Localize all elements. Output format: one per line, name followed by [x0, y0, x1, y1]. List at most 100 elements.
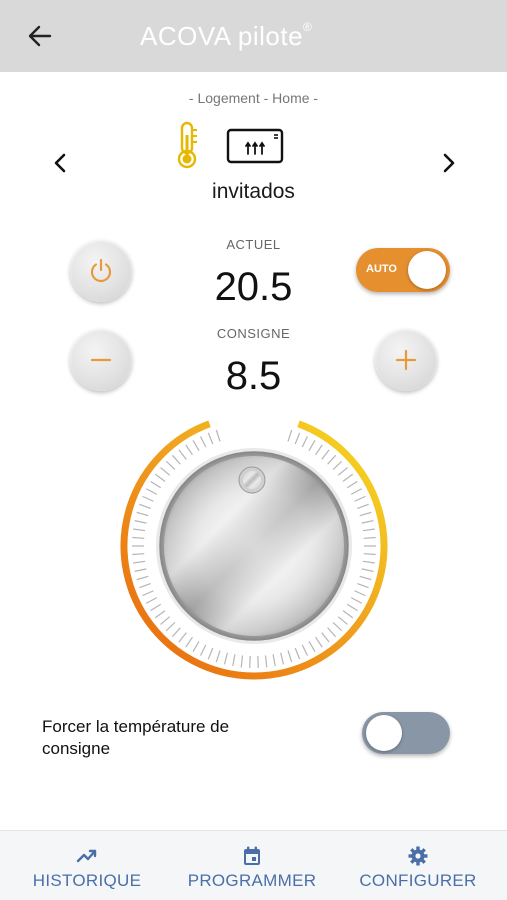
dial-tick: [362, 560, 375, 564]
dial-tick: [139, 583, 151, 589]
dial-tick: [321, 449, 330, 460]
dial-tick: [287, 429, 293, 442]
dial-tick: [199, 436, 207, 448]
dial-tick: [192, 440, 200, 452]
toggle-knob: [366, 715, 402, 751]
nav-programmer-label: PROGRAMMER: [187, 871, 317, 890]
registered-mark: ®: [303, 20, 313, 34]
thermometer-icon: [177, 121, 197, 169]
back-button[interactable]: [22, 20, 58, 52]
dial-tick: [133, 560, 146, 564]
plus-icon: [395, 349, 417, 371]
dial-tick: [132, 536, 145, 539]
dial-tick: [321, 632, 330, 643]
next-device-button[interactable]: [437, 148, 461, 178]
dial-tick: [359, 575, 372, 581]
dial-indicator: [238, 466, 266, 494]
radiator-icon: [226, 128, 284, 164]
dial-tick: [136, 575, 149, 581]
dial-tick: [361, 568, 374, 572]
dial-tick: [207, 647, 214, 660]
decrease-setpoint-button[interactable]: [70, 329, 132, 391]
dial-tick: [363, 553, 376, 556]
app-header: ACOVA pilote®: [0, 0, 507, 72]
dial-tick: [139, 503, 151, 509]
dial-tick: [185, 444, 193, 456]
chevron-right-icon: [443, 153, 455, 173]
calendar-icon: [244, 846, 260, 865]
dial-tick: [327, 454, 337, 465]
dial-tick: [363, 536, 376, 539]
dial-tick: [154, 610, 166, 619]
trending-up-icon: [76, 849, 97, 863]
dial-tick: [178, 632, 187, 643]
dial-tick: [145, 488, 158, 495]
device-name: invitados: [212, 180, 295, 203]
dial-tick: [337, 467, 348, 476]
dial-tick: [264, 655, 268, 668]
dial-tick: [199, 644, 207, 656]
dial-tick: [150, 480, 162, 489]
dial-tick: [145, 597, 158, 604]
actuel-label: ACTUEL: [226, 237, 281, 252]
dial-tick: [287, 650, 293, 663]
breadcrumb: - Logement - Home -: [188, 90, 319, 106]
dial-tick: [142, 495, 154, 502]
dial-tick: [136, 511, 149, 517]
increase-setpoint-button[interactable]: [375, 329, 437, 391]
nav-historique[interactable]: HISTORIQUE: [28, 845, 146, 891]
dial-tick: [154, 473, 166, 482]
dial-tick: [134, 520, 147, 524]
temperature-dial[interactable]: [118, 410, 390, 682]
dial-tick: [301, 644, 309, 656]
dial-tick: [342, 610, 354, 619]
dial-tick: [294, 647, 301, 660]
dial-tick: [160, 467, 171, 476]
dial-tick: [280, 652, 285, 665]
dial-tick: [350, 597, 363, 604]
dial-tick: [165, 460, 176, 471]
dial-tick: [215, 429, 221, 442]
dial-tick: [207, 432, 214, 445]
dial-tick: [354, 495, 366, 502]
dial-tick: [185, 636, 193, 648]
dial-tick: [350, 488, 363, 495]
dial-tick: [132, 553, 145, 556]
dial-tick: [165, 621, 176, 632]
dial-tick: [171, 454, 181, 465]
nav-programmer[interactable]: PROGRAMMER: [182, 845, 322, 891]
dial-tick: [142, 590, 154, 597]
actuel-temperature: 20.5: [214, 265, 293, 309]
dial-tick: [240, 655, 244, 668]
dial-tick: [232, 654, 236, 667]
previous-device-button[interactable]: [48, 148, 72, 178]
dial-tick: [272, 654, 276, 667]
dial-tick: [133, 528, 146, 532]
dial-tick: [171, 627, 181, 638]
dial-tick: [150, 603, 162, 612]
nav-configurer[interactable]: CONFIGURER: [354, 845, 482, 891]
dial-tick: [361, 520, 374, 524]
dial-tick: [342, 473, 354, 482]
minus-icon: [90, 358, 112, 362]
dial-tick: [308, 640, 316, 652]
nav-configurer-label: CONFIGURER: [359, 871, 477, 890]
dial-tick: [332, 460, 343, 471]
dial-tick: [332, 621, 343, 632]
dial-tick: [362, 528, 375, 532]
dial-tick: [192, 640, 200, 652]
app-title: ACOVA pilote®: [140, 20, 313, 51]
dial-tick: [315, 636, 323, 648]
force-setpoint-toggle[interactable]: [362, 712, 450, 754]
dial-tick: [315, 444, 323, 456]
dial-tick: [294, 432, 301, 445]
dial-tick: [337, 616, 348, 625]
bottom-navigation: HISTORIQUE PROGRAMMER CONFIGURER: [0, 830, 507, 900]
dial-tick: [357, 503, 369, 509]
gear-icon: [408, 846, 428, 866]
dial-tick: [134, 568, 147, 572]
dial-tick: [178, 449, 187, 460]
dial-tick: [327, 627, 337, 638]
chevron-left-icon: [54, 153, 66, 173]
dial-tick: [346, 480, 358, 489]
